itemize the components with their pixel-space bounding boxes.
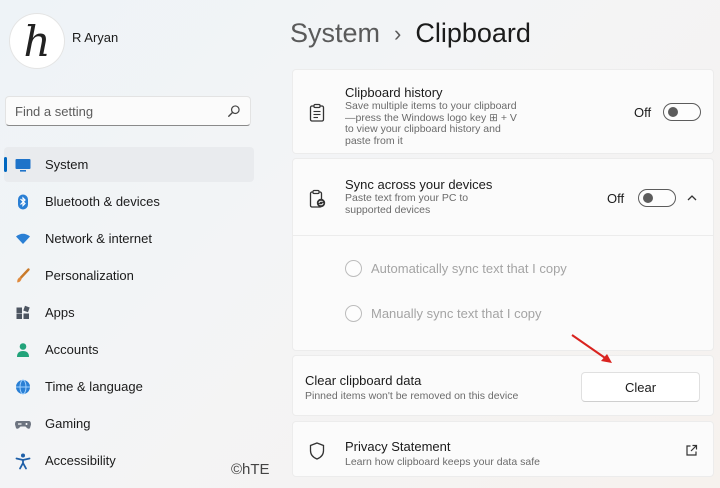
radio-manual-sync[interactable]: Manually sync text that I copy <box>345 305 542 322</box>
page-title: System › Clipboard <box>290 18 531 49</box>
sidebar-item-network-internet[interactable]: Network & internet <box>4 221 254 256</box>
divider <box>293 235 713 236</box>
sidebar-item-apps[interactable]: Apps <box>4 295 254 330</box>
privacy-statement-description: Learn how clipboard keeps your data safe <box>345 456 540 468</box>
sidebar-item-label: Accessibility <box>45 453 116 468</box>
description-line: to view your clipboard history and <box>345 123 501 135</box>
sidebar-item-time-language[interactable]: Time & language <box>4 369 254 404</box>
sync-devices-title: Sync across your devices <box>345 177 493 192</box>
sidebar-item-bluetooth-devices[interactable]: Bluetooth & devices <box>4 184 254 219</box>
clipboard-history-toggle[interactable] <box>663 103 701 121</box>
radio-button[interactable] <box>345 305 362 322</box>
privacy-statement-card[interactable]: Privacy Statement Learn how clipboard ke… <box>292 421 714 477</box>
sync-devices-description: Paste text from your PC to supported dev… <box>345 192 469 216</box>
sidebar-item-label: Apps <box>45 305 75 320</box>
clear-button[interactable]: Clear <box>581 372 700 402</box>
apps-icon <box>14 304 32 322</box>
chevron-up-icon[interactable] <box>686 192 698 204</box>
clipboard-icon <box>309 103 325 122</box>
description-line: Paste text from your PC to <box>345 192 469 204</box>
radio-auto-sync[interactable]: Automatically sync text that I copy <box>345 260 567 277</box>
watermark: ©hTE <box>231 461 270 478</box>
sidebar-item-label: System <box>45 157 89 172</box>
sidebar-item-accounts[interactable]: Accounts <box>4 332 254 367</box>
privacy-statement-title: Privacy Statement <box>345 439 451 454</box>
clipboard-history-description: Save multiple items to your clipboard —p… <box>345 100 517 147</box>
user-name: R Aryan <box>72 30 119 45</box>
toggle-knob <box>643 193 653 203</box>
monitor-icon <box>14 156 32 174</box>
accessibility-icon <box>14 452 32 470</box>
radio-button[interactable] <box>345 260 362 277</box>
annotation-arrow-icon <box>571 334 612 363</box>
description-line: supported devices <box>345 203 431 216</box>
search-icon[interactable] <box>227 104 241 118</box>
clipboard-history-card: Clipboard history Save multiple items to… <box>292 69 714 154</box>
clipboard-sync-icon <box>309 189 326 208</box>
sidebar: h R Aryan System Bluetooth & devices Net… <box>0 0 270 488</box>
bluetooth-icon <box>14 193 32 211</box>
sync-devices-toggle[interactable] <box>638 189 676 207</box>
wifi-icon <box>14 230 32 248</box>
clipboard-history-title: Clipboard history <box>345 85 443 100</box>
sidebar-item-system[interactable]: System <box>4 147 254 182</box>
sidebar-item-label: Personalization <box>45 268 134 283</box>
clear-clipboard-description: Pinned items won't be removed on this de… <box>305 390 519 402</box>
sidebar-item-label: Time & language <box>45 379 143 394</box>
brush-icon <box>14 267 32 285</box>
sidebar-item-label: Bluetooth & devices <box>45 194 160 209</box>
description-line: paste from it <box>345 134 403 147</box>
sync-devices-state: Off <box>607 191 625 206</box>
sidebar-item-label: Gaming <box>45 416 91 431</box>
clear-clipboard-title: Clear clipboard data <box>305 373 422 388</box>
search-box[interactable] <box>5 96 251 126</box>
sidebar-item-label: Network & internet <box>45 231 152 246</box>
breadcrumb-separator-icon: › <box>394 20 402 46</box>
sync-devices-card: Sync across your devices Paste text from… <box>292 158 714 351</box>
avatar-glyph: h <box>23 16 51 66</box>
toggle-knob <box>668 107 678 117</box>
description-line: Save multiple items to your clipboard <box>345 100 517 112</box>
globe-icon <box>14 378 32 396</box>
radio-label: Automatically sync text that I copy <box>371 261 567 276</box>
breadcrumb-current: Clipboard <box>415 18 531 48</box>
clear-clipboard-card: Clear clipboard data Pinned items won't … <box>292 355 714 416</box>
sidebar-nav: System Bluetooth & devices Network & int… <box>4 147 254 480</box>
sidebar-item-personalization[interactable]: Personalization <box>4 258 254 293</box>
external-link-icon[interactable] <box>685 444 698 457</box>
avatar[interactable]: h <box>10 14 64 68</box>
person-icon <box>14 341 32 359</box>
sidebar-item-label: Accounts <box>45 342 99 357</box>
search-input[interactable] <box>15 103 227 119</box>
gamepad-icon <box>14 415 32 433</box>
shield-icon <box>309 442 325 460</box>
radio-label: Manually sync text that I copy <box>371 306 542 321</box>
clipboard-history-state: Off <box>634 105 652 120</box>
sidebar-item-accessibility[interactable]: Accessibility <box>4 443 254 478</box>
breadcrumb-system[interactable]: System <box>290 18 380 49</box>
sidebar-item-gaming[interactable]: Gaming <box>4 406 254 441</box>
